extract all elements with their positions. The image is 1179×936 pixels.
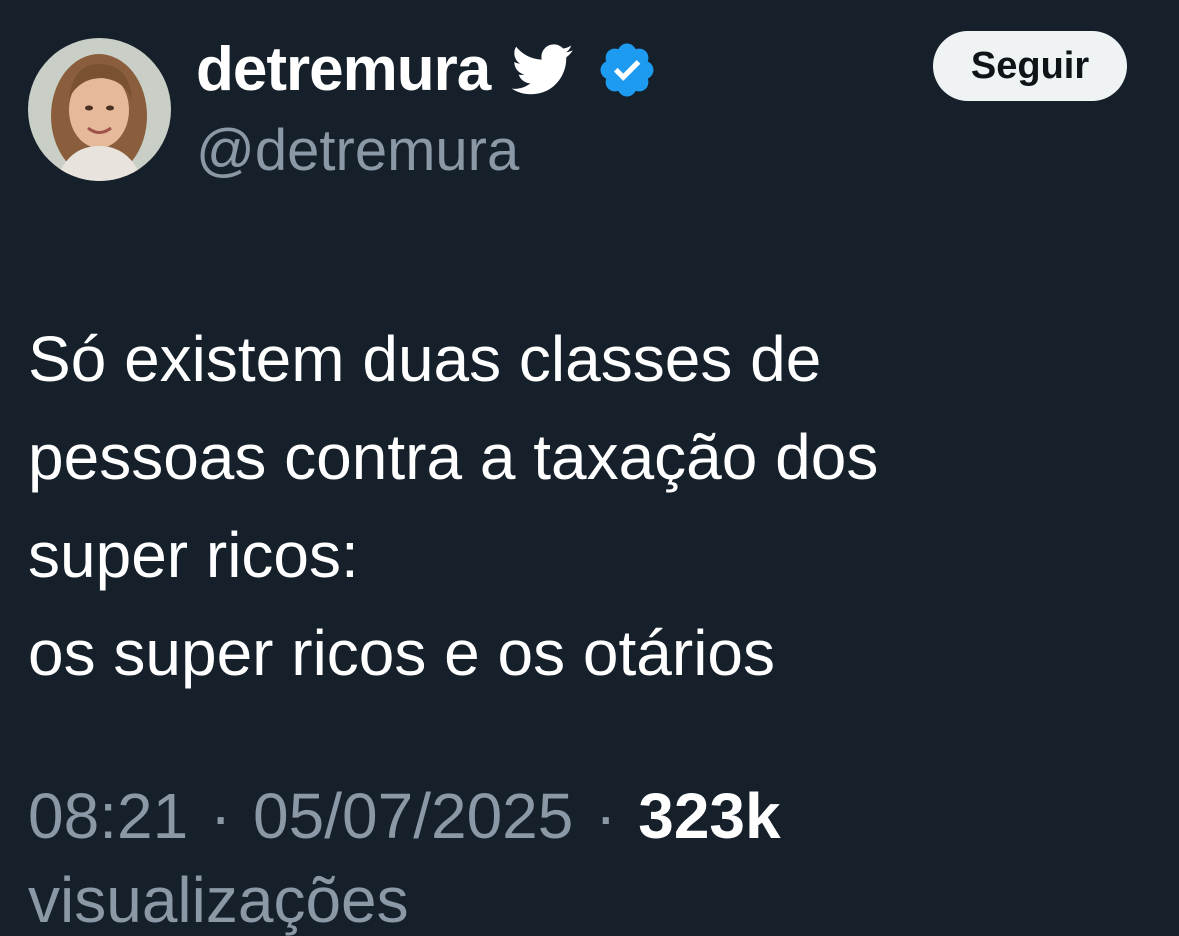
tweet-line: Só existem duas classes de: [28, 323, 822, 395]
tweet-date[interactable]: 05/07/2025: [253, 780, 573, 852]
author-display-name[interactable]: detremura: [196, 39, 491, 101]
meta-separator: ·: [595, 780, 617, 852]
tweet-text: Só existem duas classes de pessoas contr…: [28, 310, 1148, 702]
views-label: visualizações: [28, 864, 409, 936]
tweet-line: super ricos:: [28, 519, 359, 591]
tweet-line: pessoas contra a taxação dos: [28, 421, 879, 493]
views-count: 323k: [638, 780, 781, 852]
author-name-row: detremura: [196, 30, 658, 110]
author-handle[interactable]: @detremura: [196, 122, 519, 180]
verified-badge-icon: [596, 39, 658, 101]
follow-button[interactable]: Seguir: [933, 31, 1127, 101]
tweet-line: os super ricos e os otários: [28, 617, 775, 689]
twitter-bird-icon: [512, 44, 574, 96]
author-avatar[interactable]: [28, 38, 171, 181]
tweet-meta: 08:21 · 05/07/2025 · 323k: [28, 784, 781, 848]
tweet-time[interactable]: 08:21: [28, 780, 188, 852]
meta-separator: ·: [209, 780, 232, 852]
